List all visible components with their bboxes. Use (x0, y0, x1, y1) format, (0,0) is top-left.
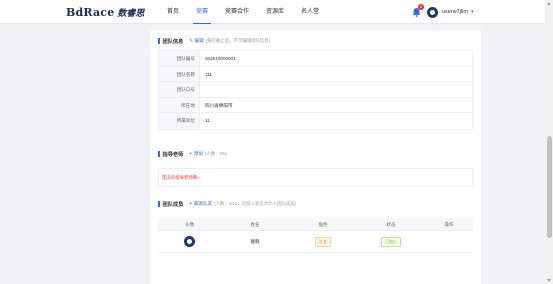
column-header: 操作 (444, 222, 454, 227)
info-label: 团队编号 (159, 51, 200, 66)
info-label: 所属单位 (159, 113, 200, 129)
avatar-cell (158, 236, 221, 247)
section-marker (158, 201, 160, 207)
nav-competition[interactable]: 竞赛 (189, 0, 215, 24)
status-badge: 已加入 (381, 236, 401, 247)
vertical-scrollbar[interactable] (545, 0, 553, 284)
column-header: 头像 (185, 222, 194, 227)
team-detail-card: 团队信息 ✎ 编辑 (报名截止后，不可编辑团队信息) 团队编号 20251000… (150, 30, 481, 284)
edit-hint: (报名截止后，不可编辑团队信息) (205, 38, 271, 43)
edit-label: 编辑 (194, 38, 204, 43)
role-cell: 队长 (289, 236, 357, 247)
top-navbar: BdRace 数睿思 首页 竞赛 竞赛合作 资源库 名人堂 8 userw7jl… (0, 0, 545, 24)
section-marker (158, 38, 160, 44)
add-mentor-label: 添加 (193, 151, 203, 156)
info-row-team-slogan: 团队口号 (159, 82, 472, 98)
info-label: 团队口号 (159, 82, 200, 97)
info-row-organization: 所属单位 11 (159, 113, 472, 129)
team-info-table: 团队编号 202510000001 团队名称 111 团队口号 所在地 四川省绵… (158, 50, 473, 130)
logo-cjk-text: 数睿思 (117, 8, 145, 19)
info-row-team-number: 团队编号 202510000001 (159, 51, 472, 67)
section-marker (158, 151, 160, 157)
info-value: 202510000001 (205, 56, 236, 61)
team-info-title: 团队信息 (162, 38, 184, 45)
info-label: 所在地 (159, 97, 200, 113)
site-logo[interactable]: BdRace 数睿思 (66, 5, 144, 19)
edit-team-button[interactable]: ✎ 编辑 (189, 38, 203, 44)
nav-resources[interactable]: 资源库 (259, 0, 291, 24)
bell-icon[interactable]: 8 (412, 4, 424, 17)
mentor-count: (人数：0/5) (204, 151, 228, 156)
table-header: 头像 姓名 角色 状态 操作 (158, 218, 473, 231)
user-menu[interactable]: userw7jlim ▾ (427, 6, 474, 18)
members-count: (人数：1/15，已加入状态才计入团队成员) (214, 201, 296, 206)
nav-cooperation[interactable]: 竞赛合作 (218, 0, 256, 24)
scroll-down-icon[interactable] (547, 279, 551, 282)
scrollbar-thumb[interactable] (546, 136, 552, 238)
avatar (427, 6, 438, 18)
mentor-title: 指导老师 (162, 151, 184, 158)
plus-icon: + (189, 201, 193, 207)
column-header: 角色 (318, 222, 328, 227)
chevron-down-icon: ▾ (470, 9, 474, 15)
column-header: 状态 (386, 222, 396, 227)
status-cell: 已加入 (357, 236, 425, 247)
members-table: 头像 姓名 角色 状态 操作 靓靓 队长 已加入 (158, 218, 473, 253)
role-badge: 队长 (315, 236, 331, 247)
nav-home[interactable]: 首页 (160, 0, 186, 24)
members-header: 团队成员 + 邀请队友 (人数：1/15，已加入状态才计入团队成员) (158, 200, 296, 208)
add-mentor-button[interactable]: + 添加 (189, 151, 203, 157)
mentor-list: 还没有指导老师哦~ (158, 168, 473, 187)
logo-text: BdRace (66, 5, 115, 19)
nav-hall-of-fame[interactable]: 名人堂 (294, 0, 326, 24)
notification-badge: 8 (418, 4, 424, 10)
plus-icon: + (189, 151, 193, 157)
info-value: 111 (205, 71, 212, 77)
info-label: 团队名称 (159, 66, 200, 82)
members-title: 团队成员 (162, 201, 184, 208)
main-nav: 首页 竞赛 竞赛合作 资源库 名人堂 (160, 0, 329, 24)
invite-member-button[interactable]: + 邀请队友 (189, 201, 212, 207)
team-info-header: 团队信息 ✎ 编辑 (报名截止后，不可编辑团队信息) (158, 37, 270, 45)
avatar (184, 236, 195, 247)
info-row-location: 所在地 四川省绵阳市 (159, 97, 472, 114)
mentor-header: 指导老师 + 添加 (人数：0/5) (158, 150, 227, 158)
info-value: 四川省绵阳市 (205, 102, 233, 108)
mentor-empty-text: 还没有指导老师哦~ (162, 175, 200, 180)
table-row: 靓靓 队长 已加入 (158, 231, 473, 253)
column-header: 姓名 (250, 222, 260, 227)
scroll-up-icon[interactable] (547, 2, 551, 5)
username: userw7jlim (442, 9, 468, 15)
info-value (200, 82, 472, 97)
info-row-team-name: 团队名称 111 (159, 66, 472, 83)
info-value: 11 (205, 118, 210, 124)
member-name: 靓靓 (250, 238, 260, 244)
edit-icon: ✎ (189, 38, 194, 43)
invite-label: 邀请队友 (193, 201, 213, 206)
